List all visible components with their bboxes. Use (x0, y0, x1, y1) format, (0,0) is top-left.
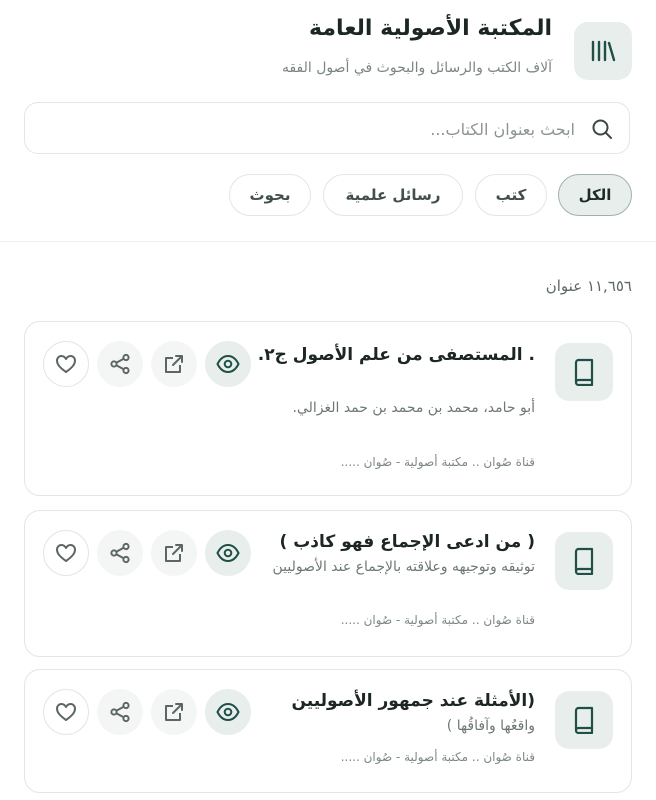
filter-chip-theses[interactable]: رسائل علمية (323, 174, 463, 216)
book-card[interactable]: . المستصفى من علم الأصول ج٢. أبو حامد، م… (24, 321, 632, 496)
share-icon (109, 542, 131, 564)
results-count: ١١,٦٥٦ عنوان (545, 277, 632, 295)
book-icon (571, 706, 597, 734)
external-link-icon (163, 353, 185, 375)
page-subtitle: آلاف الكتب والرسائل والبحوث في أصول الفق… (281, 60, 552, 76)
search-box[interactable] (24, 102, 630, 155)
book-thumbnail (555, 691, 613, 749)
view-button[interactable] (205, 341, 251, 387)
open-external-button[interactable] (151, 530, 197, 576)
book-source: قناة صُوان .. مكتبة أصولية - صُوان ..... (340, 613, 535, 627)
book-source: قناة صُوان .. مكتبة أصولية - صُوان ..... (340, 750, 535, 764)
filter-chip-research[interactable]: بحوث (229, 174, 311, 216)
external-link-icon (163, 701, 185, 723)
eye-icon (216, 700, 240, 724)
book-icon (571, 547, 597, 575)
filter-chip-books[interactable]: كتب (475, 174, 547, 216)
book-author: توثيقه وتوجيهه وعلاقته بالإجماع عند الأص… (272, 559, 535, 575)
filter-chip-label: الكل (578, 186, 612, 204)
share-button[interactable] (97, 341, 143, 387)
book-card[interactable]: (الأمثلة عند جمهور الأصوليين واقعُها وآف… (24, 669, 632, 793)
book-title[interactable]: (الأمثلة عند جمهور الأصوليين (245, 684, 535, 718)
heart-icon (55, 353, 77, 375)
book-author: أبو حامد، محمد بن محمد بن حمد الغزالي. (292, 400, 535, 416)
view-button[interactable] (205, 530, 251, 576)
book-thumbnail (555, 343, 613, 401)
share-button[interactable] (97, 530, 143, 576)
app-logo (574, 22, 632, 80)
book-icon (571, 358, 597, 386)
page-title: المكتبة الأصولية العامة (309, 16, 552, 41)
filter-chip-label: كتب (495, 186, 527, 204)
external-link-icon (163, 542, 185, 564)
book-title[interactable]: ( من ادعى الإجماع فهو كاذب ) (245, 525, 535, 559)
favorite-button[interactable] (43, 530, 89, 576)
filter-chip-all[interactable]: الكل (558, 174, 632, 216)
eye-icon (216, 352, 240, 376)
open-external-button[interactable] (151, 689, 197, 735)
eye-icon (216, 541, 240, 565)
favorite-button[interactable] (43, 689, 89, 735)
book-thumbnail (555, 532, 613, 590)
divider (0, 241, 656, 242)
book-source: قناة صُوان .. مكتبة أصولية - صُوان ..... (340, 455, 535, 469)
view-button[interactable] (205, 689, 251, 735)
favorite-button[interactable] (43, 341, 89, 387)
share-button[interactable] (97, 689, 143, 735)
filter-chip-label: رسائل علمية (345, 186, 441, 204)
book-title[interactable]: . المستصفى من علم الأصول ج٢. (245, 338, 535, 372)
filter-chip-label: بحوث (249, 186, 291, 204)
open-external-button[interactable] (151, 341, 197, 387)
heart-icon (55, 542, 77, 564)
search-icon (591, 118, 613, 140)
share-icon (109, 701, 131, 723)
search-input[interactable] (53, 103, 577, 155)
share-icon (109, 353, 131, 375)
library-icon (589, 39, 617, 63)
book-card[interactable]: ( من ادعى الإجماع فهو كاذب ) توثيقه وتوج… (24, 510, 632, 657)
heart-icon (55, 701, 77, 723)
book-author: واقعُها وآفاقُها ) (446, 718, 535, 734)
